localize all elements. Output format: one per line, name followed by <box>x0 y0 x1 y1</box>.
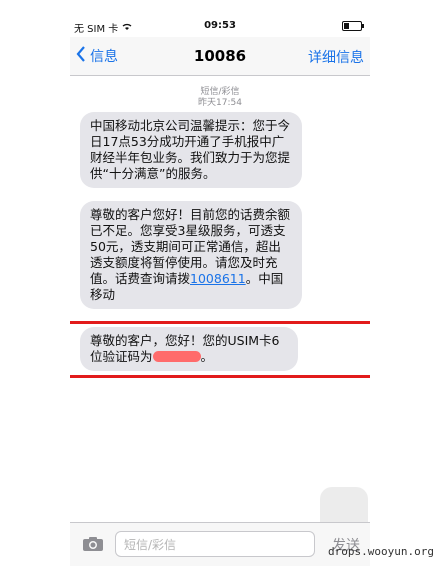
watermark: drops.wooyun.org <box>328 545 434 558</box>
status-bar: 无 SIM 卡 09:53 <box>70 17 370 35</box>
phone-screen: 无 SIM 卡 09:53 信息 10086 详细信息 短信/彩信 昨天17:5… <box>70 17 370 566</box>
navigation-bar: 信息 10086 详细信息 <box>70 37 370 76</box>
message-text: 中国移动北京公司温馨提示：您于今日17点53分成功开通了手机报中广财经半年包业务… <box>90 118 291 181</box>
message-input[interactable]: 短信/彩信 <box>115 531 315 557</box>
message-bubble[interactable]: 尊敬的客户您好！目前您的话费余额已不足。您享受3星级服务，可透支50元，透支期间… <box>80 201 302 309</box>
battery-icon <box>342 21 364 31</box>
status-time: 09:53 <box>204 20 236 31</box>
message-input-bar: 短信/彩信 发送 <box>70 522 370 566</box>
details-button[interactable]: 详细信息 <box>308 47 364 67</box>
camera-icon[interactable] <box>82 536 104 552</box>
highlight-box <box>70 321 370 378</box>
message-date: 昨天17:54 <box>198 98 242 108</box>
message-bubble[interactable]: 中国移动北京公司温馨提示：您于今日17点53分成功开通了手机报中广财经半年包业务… <box>80 112 302 188</box>
phone-number-link[interactable]: 1008611 <box>190 271 246 286</box>
